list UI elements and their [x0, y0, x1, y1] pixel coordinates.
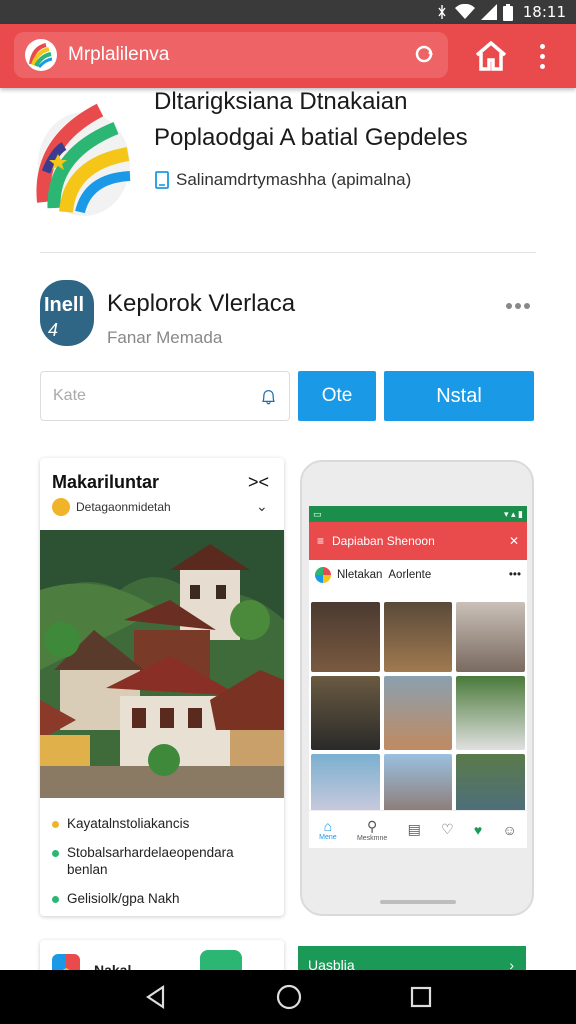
photo-tile [383, 602, 453, 672]
phone-close-icon: ✕ [508, 534, 519, 548]
feature-item: Kayatalnstoliakancis [52, 816, 276, 833]
chevron-down-icon[interactable]: ⌄ [256, 498, 268, 515]
village-photo [40, 530, 284, 798]
home-icon[interactable] [474, 39, 508, 73]
phone-nav-home-icon: ⌂ Mene [319, 818, 337, 841]
screenshot-card[interactable]: Makariluntar >< Detagaonmidetah ⌄ Kayata… [40, 458, 284, 916]
feature-item: Stobalsarhardelaeopendara benlan [52, 845, 276, 879]
card-close-button[interactable]: >< [248, 472, 269, 493]
photo-tile [456, 602, 526, 672]
phone-nav-heart-icon: ♥ [473, 821, 483, 838]
featured-app-logo-icon [36, 103, 131, 216]
recents-icon[interactable] [409, 985, 433, 1009]
address-text: Mrplalilenva [68, 44, 170, 65]
photo-tile [311, 676, 380, 750]
overflow-menu-icon[interactable] [530, 39, 554, 73]
bell-icon[interactable] [260, 385, 277, 407]
bullet-dot-green-icon [52, 895, 59, 903]
phone-status-bar: ▭ ▾ ▴ ▮ [309, 506, 527, 522]
card-developer: Detagaonmidetah [52, 498, 171, 516]
phone-nav-search-icon: ⚲ Meskmne [356, 817, 388, 842]
feature-item: Gelisiolk/gpa Nakh [52, 891, 276, 908]
card-title: Makariluntar [52, 472, 160, 492]
address-bar[interactable]: Mrplalilenva [14, 32, 448, 78]
phone-nav-heart-outline-icon: ♡ [441, 821, 454, 837]
divider [40, 252, 536, 253]
app-developer: Fanar Memada [107, 328, 223, 347]
app-name: Keplorok Vlerlaca [107, 290, 296, 317]
app-logo-icon [25, 39, 57, 71]
feature-list: Kayatalnstoliakancis Stobalsarhardelaeop… [52, 816, 276, 916]
battery-icon [502, 3, 513, 21]
app-icon-number: 4 [48, 320, 59, 340]
featured-app-subtitle: Poplaodgai A batial Gepdeles [154, 124, 468, 151]
card-developer-text: Detagaonmidetah [76, 500, 171, 514]
app-bar: Mrplalilenva [0, 24, 576, 88]
phone-preview[interactable]: ▭ ▾ ▴ ▮ ≡ Dapiaban Shenoon ✕ Nletakan Aor… [300, 460, 534, 916]
photo-tile [311, 602, 380, 672]
status-bar: 18:11 [0, 0, 576, 24]
wifi-icon [454, 4, 475, 19]
search-input[interactable] [53, 387, 260, 405]
photo-tile [456, 676, 526, 750]
bullet-dot-yellow-icon [52, 821, 59, 828]
phone-row-b: Aorlente [388, 569, 432, 581]
search-field[interactable] [40, 371, 290, 421]
featured-app-meta: Salinamdrtymashha (apimalna) [154, 170, 411, 190]
phone-photo-grid [311, 602, 526, 832]
phone-nav-profile-icon: ☺ [502, 821, 517, 838]
featured-app-title: Dltarigksiana Dtnakaian [154, 88, 408, 115]
app-icon[interactable]: Inell 4 [40, 280, 94, 346]
phone-row-a: Nletakan [337, 569, 383, 581]
install-button[interactable]: Nstal [384, 371, 534, 421]
app-icon-label: Inell [44, 294, 85, 316]
bullet-dot-green-icon [52, 849, 59, 857]
phone-app-bar: ≡ Dapiaban Shenoon ✕ [309, 522, 527, 560]
phone-app-title: Dapiaban Shenoon [332, 534, 435, 548]
vibrate-icon [438, 5, 446, 19]
developer-emoji-icon [52, 498, 70, 516]
home-circle-icon[interactable] [275, 983, 303, 1011]
phone-photo-row [311, 602, 526, 672]
phone-menu-icon: ≡ [317, 534, 325, 548]
clock: 18:11 [522, 3, 566, 21]
phone-screen: ▭ ▾ ▴ ▮ ≡ Dapiaban Shenoon ✕ Nletakan Aor… [309, 506, 527, 848]
search-icon[interactable] [412, 42, 438, 68]
phone-home-indicator [380, 900, 456, 904]
open-button[interactable]: Ote [298, 371, 376, 421]
phone-photo-row [311, 676, 526, 750]
phone-logo-icon [315, 567, 331, 583]
back-icon[interactable] [143, 984, 169, 1010]
phone-header-row: Nletakan Aorlente ••• [309, 560, 527, 590]
featured-app-meta-text: Salinamdrtymashha (apimalna) [176, 170, 412, 189]
bookmark-icon [155, 171, 169, 189]
signal-icon [480, 4, 497, 20]
phone-more-icon: ••• [508, 569, 521, 581]
phone-nav-doc-icon: ▤ [407, 821, 421, 837]
system-nav-bar [0, 970, 576, 1024]
more-options-icon[interactable] [506, 300, 534, 312]
photo-tile [383, 676, 453, 750]
phone-bottom-nav: ⌂ Mene ⚲ Meskmne ▤ ♡ ♥ ☺ [309, 810, 527, 848]
